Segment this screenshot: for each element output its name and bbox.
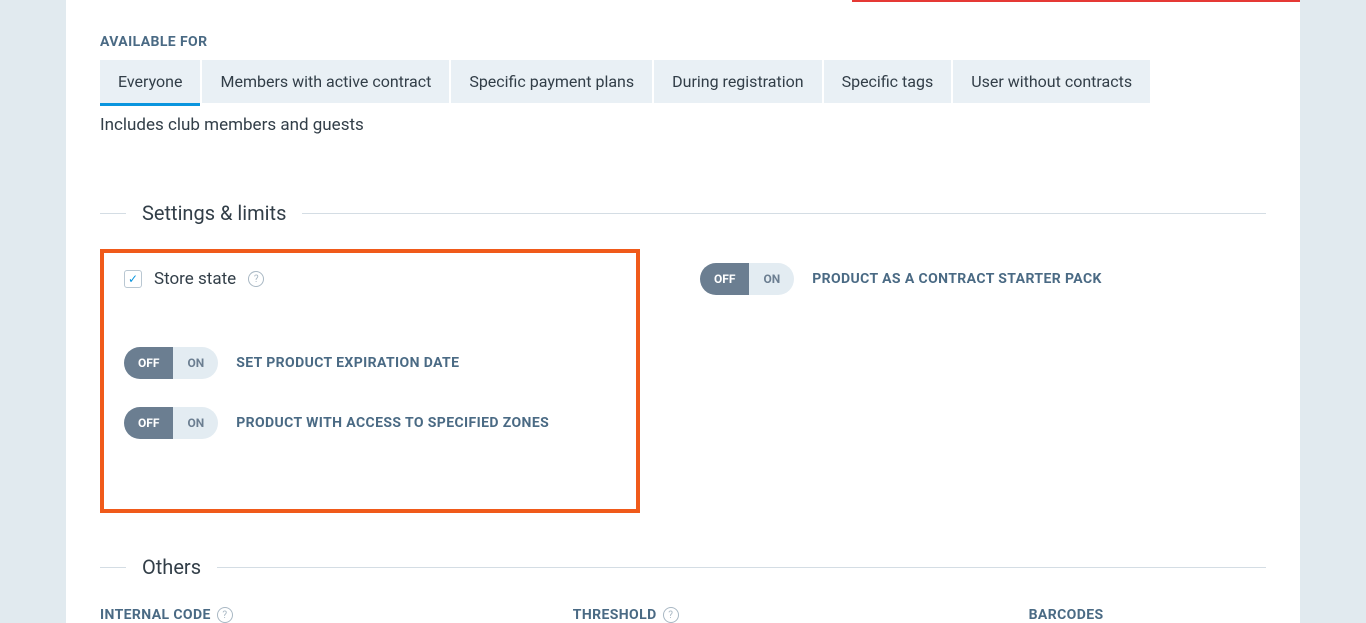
zones-toggle[interactable]: OFF ON — [124, 407, 218, 439]
internal-code-column: INTERNAL CODE ? — [100, 607, 233, 623]
toggle-off-segment: OFF — [124, 407, 173, 439]
help-icon[interactable]: ? — [248, 271, 264, 287]
internal-code-label: INTERNAL CODE — [100, 607, 211, 623]
settings-right-column: OFF ON PRODUCT AS A CONTRACT STARTER PAC… — [700, 249, 1102, 513]
expiration-toggle-row: OFF ON SET PRODUCT EXPIRATION DATE — [124, 347, 616, 379]
help-icon[interactable]: ? — [217, 607, 233, 623]
expiration-toggle[interactable]: OFF ON — [124, 347, 218, 379]
barcodes-column: BARCODES — [1029, 607, 1104, 623]
others-title: Others — [142, 555, 201, 579]
available-for-description: Includes club members and guests — [100, 115, 1266, 135]
tab-user-without-contracts[interactable]: User without contracts — [953, 60, 1150, 103]
tab-members-active-contract[interactable]: Members with active contract — [202, 60, 449, 103]
zones-toggle-label: PRODUCT WITH ACCESS TO SPECIFIED ZONES — [236, 415, 549, 431]
others-columns: INTERNAL CODE ? THRESHOLD ? BARCODES — [100, 607, 1266, 623]
help-icon[interactable]: ? — [663, 607, 679, 623]
available-for-label: AVAILABLE FOR — [100, 0, 1266, 50]
settings-limits-divider: Settings & limits — [100, 201, 1266, 225]
store-state-row: ✓ Store state ? — [124, 269, 616, 289]
others-divider: Others — [100, 555, 1266, 579]
available-for-tabs: Everyone Members with active contract Sp… — [100, 60, 1266, 103]
toggle-off-segment: OFF — [124, 347, 173, 379]
toggle-on-segment: ON — [173, 407, 218, 439]
settings-left-highlight-box: ✓ Store state ? OFF ON SET PRODUCT EXPIR… — [100, 249, 640, 513]
toggle-on-segment: ON — [173, 347, 218, 379]
tab-specific-tags[interactable]: Specific tags — [824, 60, 952, 103]
settings-limits-title: Settings & limits — [142, 201, 286, 225]
starter-pack-toggle-row: OFF ON PRODUCT AS A CONTRACT STARTER PAC… — [700, 263, 1102, 295]
toggle-off-segment: OFF — [700, 263, 749, 295]
tab-during-registration[interactable]: During registration — [654, 60, 821, 103]
store-state-label: Store state — [154, 269, 236, 289]
threshold-label: THRESHOLD — [573, 607, 657, 623]
barcodes-label: BARCODES — [1029, 607, 1104, 623]
zones-toggle-row: OFF ON PRODUCT WITH ACCESS TO SPECIFIED … — [124, 407, 616, 439]
tab-everyone[interactable]: Everyone — [100, 60, 200, 103]
divider-line-left — [100, 567, 126, 568]
top-red-indicator — [852, 0, 1300, 2]
tab-specific-payment-plans[interactable]: Specific payment plans — [451, 60, 652, 103]
divider-line-right — [302, 213, 1266, 214]
store-state-checkbox[interactable]: ✓ — [124, 270, 142, 288]
expiration-toggle-label: SET PRODUCT EXPIRATION DATE — [236, 355, 459, 371]
starter-pack-toggle-label: PRODUCT AS A CONTRACT STARTER PACK — [812, 271, 1102, 287]
divider-line-left — [100, 213, 126, 214]
starter-pack-toggle[interactable]: OFF ON — [700, 263, 794, 295]
threshold-column: THRESHOLD ? — [573, 607, 679, 623]
settings-grid: ✓ Store state ? OFF ON SET PRODUCT EXPIR… — [100, 249, 1266, 513]
page-container: AVAILABLE FOR Everyone Members with acti… — [66, 0, 1300, 623]
check-icon: ✓ — [128, 273, 138, 285]
divider-line-right — [217, 567, 1266, 568]
toggle-on-segment: ON — [749, 263, 794, 295]
